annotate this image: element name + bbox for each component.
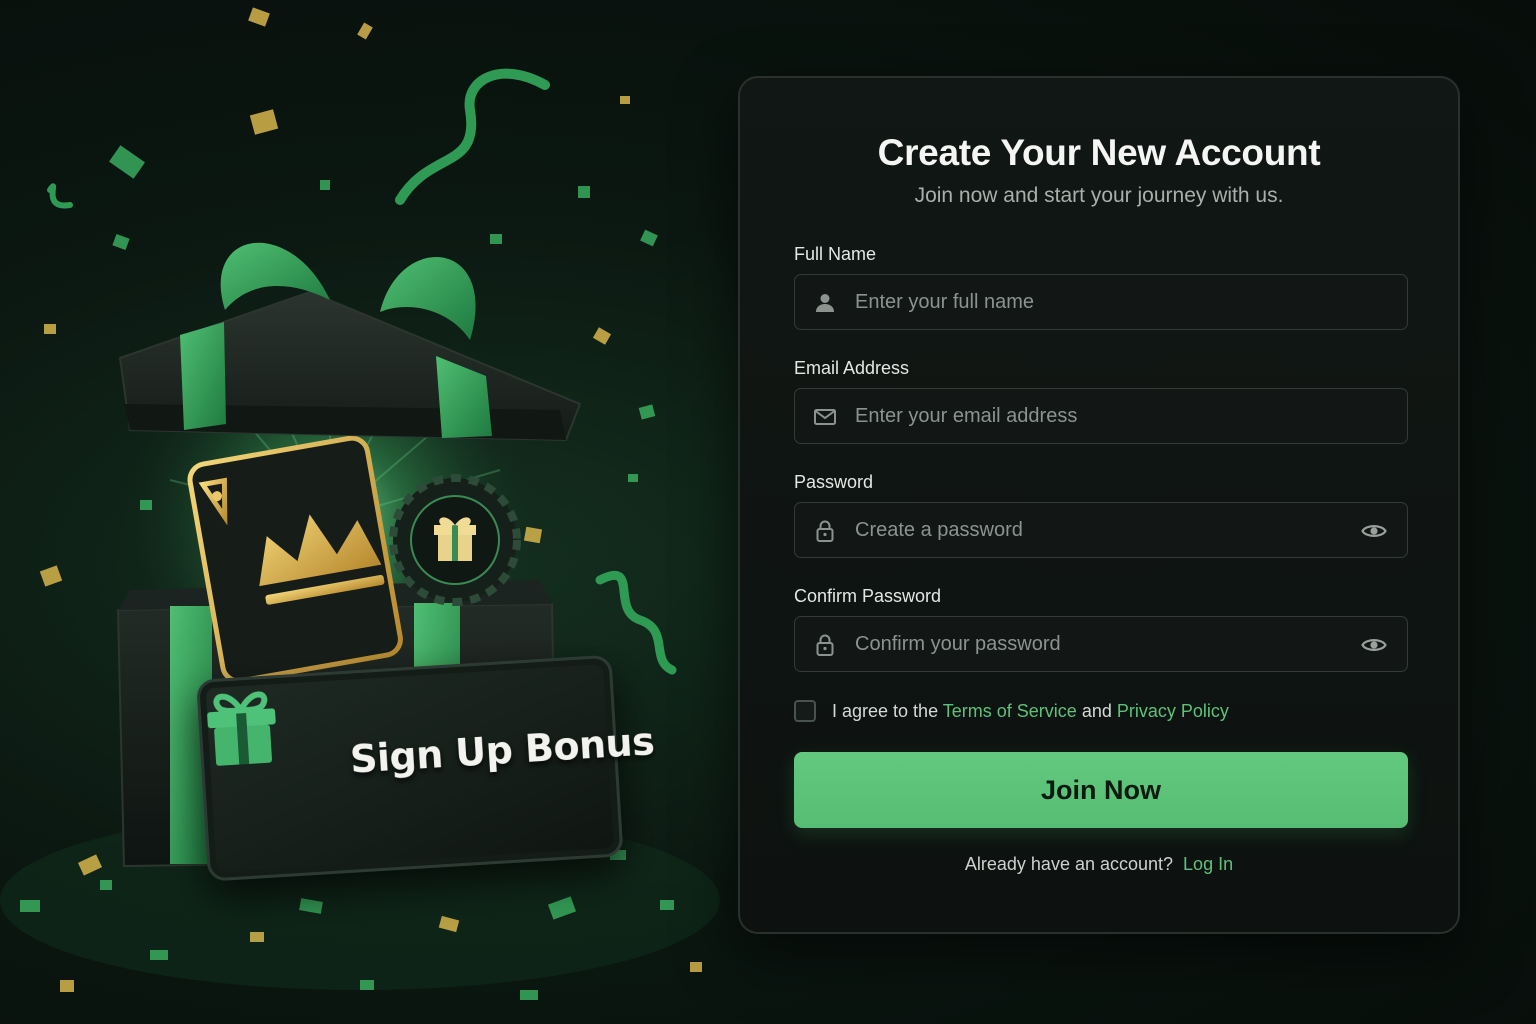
- confirm-password-label: Confirm Password: [794, 586, 942, 606]
- show-confirm-password-eye-icon[interactable]: [1361, 633, 1387, 657]
- form-subtitle: Join now and start your journey with us.: [914, 184, 1284, 207]
- password-input[interactable]: [855, 503, 1335, 557]
- full-name-field[interactable]: [794, 274, 1408, 330]
- full-name-input[interactable]: [855, 275, 1335, 329]
- show-password-eye-icon[interactable]: [1361, 519, 1387, 543]
- login-prompt-row: Already have an account? Log In: [740, 854, 1458, 875]
- promo-illustration: Sign Up Bonus: [0, 0, 720, 1024]
- terms-agreement-row: I agree to the Terms of Service and Priv…: [794, 698, 1229, 724]
- login-prompt-text: Already have an account?: [964, 854, 1174, 874]
- mail-icon: [814, 409, 836, 425]
- email-input[interactable]: [855, 389, 1335, 443]
- join-now-button[interactable]: Join Now: [794, 752, 1408, 828]
- log-in-link[interactable]: Log In: [1183, 854, 1233, 874]
- agree-prefix: I agree to the: [832, 700, 939, 721]
- lock-icon: [816, 634, 834, 656]
- terms-agreement-text: I agree to the Terms of Service and Priv…: [832, 701, 1229, 722]
- agree-conjunction: and: [1081, 700, 1112, 721]
- sign-up-bonus-badge: Sign Up Bonus: [196, 654, 655, 882]
- terms-checkbox[interactable]: [794, 700, 816, 722]
- privacy-policy-link[interactable]: Privacy Policy: [1117, 701, 1229, 721]
- confirm-password-field[interactable]: [794, 616, 1408, 672]
- email-field[interactable]: [794, 388, 1408, 444]
- user-icon: [816, 294, 834, 312]
- email-label: Email Address: [794, 358, 910, 378]
- form-title: Create Your New Account: [877, 132, 1321, 173]
- confirm-password-input[interactable]: [855, 617, 1335, 671]
- gift-icon: [207, 691, 276, 766]
- full-name-label: Full Name: [794, 244, 877, 264]
- signup-form-card: Create Your New Account Join now and sta…: [738, 76, 1460, 934]
- password-label: Password: [794, 472, 874, 492]
- password-field[interactable]: [794, 502, 1408, 558]
- signup-page: Sign Up Bonus Create Your New Account Jo…: [0, 0, 1536, 1024]
- bonus-title: Sign Up Bonus: [348, 719, 656, 782]
- lock-icon: [816, 520, 834, 542]
- terms-of-service-link[interactable]: Terms of Service: [943, 701, 1077, 721]
